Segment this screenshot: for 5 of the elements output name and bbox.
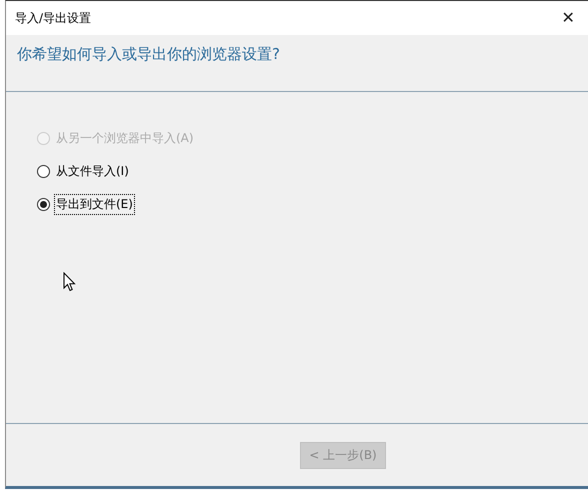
radio-option[interactable]: 从文件导入(I) xyxy=(37,161,131,182)
close-button[interactable]: ✕ xyxy=(548,1,588,35)
window-title: 导入/导出设置 xyxy=(15,10,92,26)
heading: 你希望如何导入或导出你的浏览器设置? xyxy=(17,45,280,63)
mouse-cursor-icon xyxy=(63,272,76,292)
